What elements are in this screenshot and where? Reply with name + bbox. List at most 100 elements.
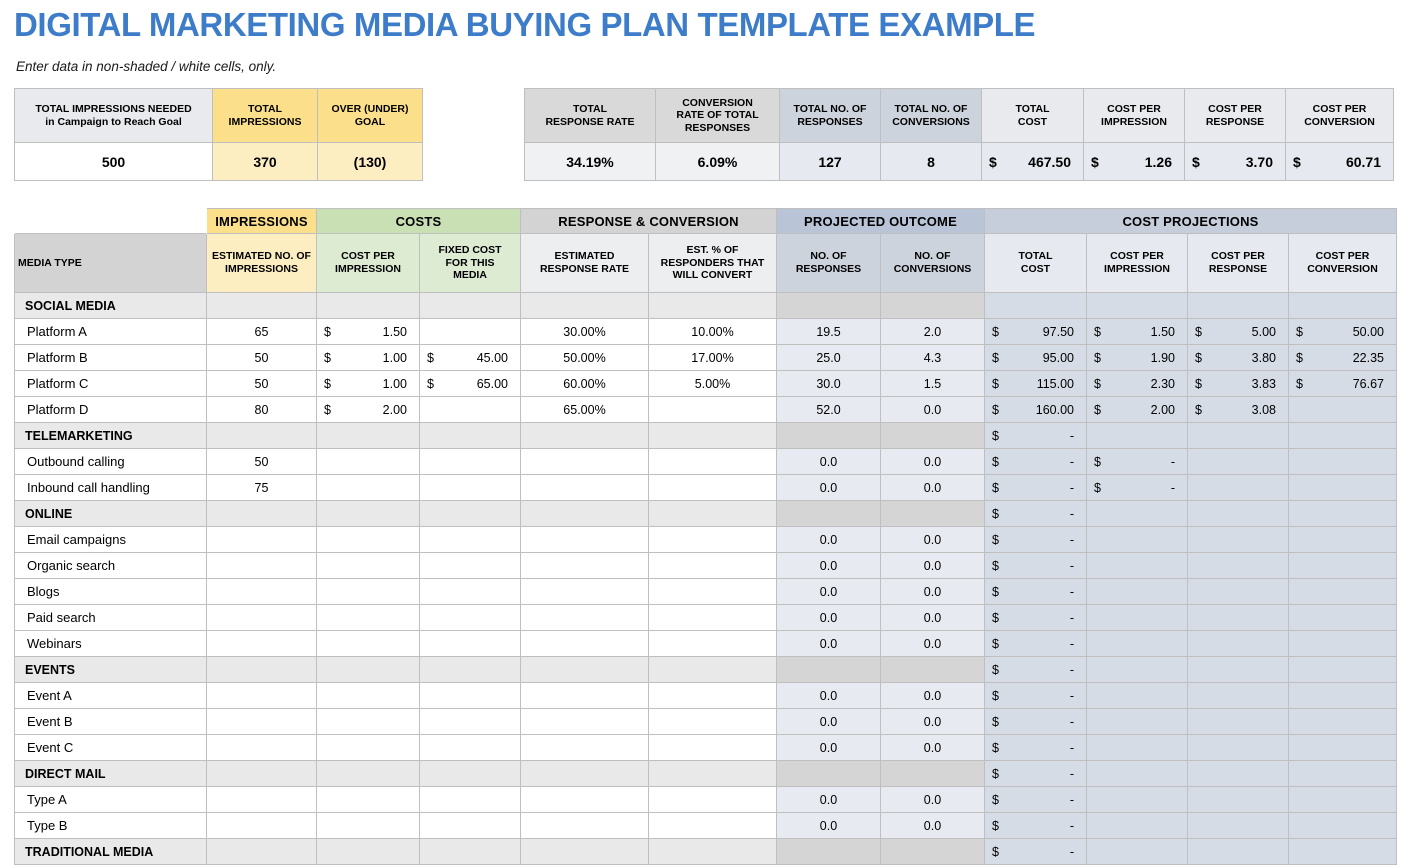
- cell-r12-c4[interactable]: [521, 605, 649, 631]
- media-type-label[interactable]: Email campaigns: [15, 527, 207, 553]
- cell-r16-c2[interactable]: [317, 709, 420, 735]
- media-type-label[interactable]: Platform C: [15, 371, 207, 397]
- media-type-label[interactable]: Organic search: [15, 553, 207, 579]
- cell-r7-c1[interactable]: 75: [207, 475, 317, 501]
- cell-r16-c5[interactable]: [649, 709, 777, 735]
- column-header-no-of-responses: NO. OFRESPONSES: [777, 234, 881, 293]
- cell-r2-c3[interactable]: $45.00: [420, 345, 521, 371]
- cell-r20-c2[interactable]: [317, 813, 420, 839]
- cell-r6-c4[interactable]: [521, 449, 649, 475]
- cell-r7-c5[interactable]: [649, 475, 777, 501]
- cell-r6-c1[interactable]: 50: [207, 449, 317, 475]
- media-type-label[interactable]: Platform A: [15, 319, 207, 345]
- cell-r4-c5[interactable]: [649, 397, 777, 423]
- cell-r15-c2[interactable]: [317, 683, 420, 709]
- cell-r15-c3[interactable]: [420, 683, 521, 709]
- summary-left-value-0[interactable]: 500: [15, 143, 213, 181]
- cell-r7-c2[interactable]: [317, 475, 420, 501]
- cell-r9-c5[interactable]: [649, 527, 777, 553]
- cell-r4-c4[interactable]: 65.00%: [521, 397, 649, 423]
- cell-r20-c1[interactable]: [207, 813, 317, 839]
- cell-r13-c2[interactable]: [317, 631, 420, 657]
- cell-r18-c4: [521, 761, 649, 787]
- cell-r13-c3[interactable]: [420, 631, 521, 657]
- cell-r20-c9: [1087, 813, 1188, 839]
- cell-r1-c2[interactable]: $1.50: [317, 319, 420, 345]
- cell-r3-c3[interactable]: $65.00: [420, 371, 521, 397]
- cell-r16-c4[interactable]: [521, 709, 649, 735]
- cell-r4-c2[interactable]: $2.00: [317, 397, 420, 423]
- cell-r3-c1[interactable]: 50: [207, 371, 317, 397]
- cell-r13-c1[interactable]: [207, 631, 317, 657]
- cell-r16-c1[interactable]: [207, 709, 317, 735]
- cell-r11-c3[interactable]: [420, 579, 521, 605]
- media-type-label[interactable]: Platform D: [15, 397, 207, 423]
- media-type-label[interactable]: Inbound call handling: [15, 475, 207, 501]
- cell-r2-c2[interactable]: $1.00: [317, 345, 420, 371]
- media-type-label[interactable]: Blogs: [15, 579, 207, 605]
- cell-r3-c5[interactable]: 5.00%: [649, 371, 777, 397]
- cell-r11-c2[interactable]: [317, 579, 420, 605]
- media-type-label[interactable]: Event C: [15, 735, 207, 761]
- cell-r10-c1[interactable]: [207, 553, 317, 579]
- cell-r12-c5[interactable]: [649, 605, 777, 631]
- cell-r3-c4[interactable]: 60.00%: [521, 371, 649, 397]
- cell-r11-c4[interactable]: [521, 579, 649, 605]
- cell-r2-c4[interactable]: 50.00%: [521, 345, 649, 371]
- cell-r12-c1[interactable]: [207, 605, 317, 631]
- cell-r15-c1[interactable]: [207, 683, 317, 709]
- cell-r19-c4[interactable]: [521, 787, 649, 813]
- cell-r1-c1[interactable]: 65: [207, 319, 317, 345]
- cell-r1-c5[interactable]: 10.00%: [649, 319, 777, 345]
- cell-r9-c4[interactable]: [521, 527, 649, 553]
- cell-r3-c2[interactable]: $1.00: [317, 371, 420, 397]
- media-type-label[interactable]: Type B: [15, 813, 207, 839]
- media-type-label[interactable]: Event A: [15, 683, 207, 709]
- cell-r4-c3[interactable]: [420, 397, 521, 423]
- media-type-label[interactable]: Type A: [15, 787, 207, 813]
- cell-r12-c3[interactable]: [420, 605, 521, 631]
- cell-r19-c5[interactable]: [649, 787, 777, 813]
- cell-r20-c3[interactable]: [420, 813, 521, 839]
- cell-r2-c5[interactable]: 17.00%: [649, 345, 777, 371]
- media-type-label[interactable]: Event B: [15, 709, 207, 735]
- cell-r9-c3[interactable]: [420, 527, 521, 553]
- cell-r13-c5[interactable]: [649, 631, 777, 657]
- cell-r9-c1[interactable]: [207, 527, 317, 553]
- cell-r1-c3[interactable]: [420, 319, 521, 345]
- cell-r11-c1[interactable]: [207, 579, 317, 605]
- cell-r17-c2[interactable]: [317, 735, 420, 761]
- cell-r20-c4[interactable]: [521, 813, 649, 839]
- media-type-label[interactable]: Platform B: [15, 345, 207, 371]
- cell-r19-c1[interactable]: [207, 787, 317, 813]
- cell-r12-c2[interactable]: [317, 605, 420, 631]
- cell-r17-c1[interactable]: [207, 735, 317, 761]
- cell-r9-c2[interactable]: [317, 527, 420, 553]
- cell-r6-c3[interactable]: [420, 449, 521, 475]
- media-type-label[interactable]: Outbound calling: [15, 449, 207, 475]
- cell-r13-c4[interactable]: [521, 631, 649, 657]
- cell-r15-c5[interactable]: [649, 683, 777, 709]
- cell-r17-c3[interactable]: [420, 735, 521, 761]
- cell-r17-c5[interactable]: [649, 735, 777, 761]
- cell-r16-c3[interactable]: [420, 709, 521, 735]
- cell-r4-c1[interactable]: 80: [207, 397, 317, 423]
- cell-r7-c3[interactable]: [420, 475, 521, 501]
- cell-r19-c3[interactable]: [420, 787, 521, 813]
- cell-r15-c4[interactable]: [521, 683, 649, 709]
- cell-r10-c2[interactable]: [317, 553, 420, 579]
- cell-r7-c4[interactable]: [521, 475, 649, 501]
- media-type-label[interactable]: Paid search: [15, 605, 207, 631]
- cell-r10-c3[interactable]: [420, 553, 521, 579]
- cell-r10-c5[interactable]: [649, 553, 777, 579]
- cell-r6-c5[interactable]: [649, 449, 777, 475]
- cell-r10-c4[interactable]: [521, 553, 649, 579]
- cell-r11-c5[interactable]: [649, 579, 777, 605]
- cell-r17-c4[interactable]: [521, 735, 649, 761]
- cell-r19-c2[interactable]: [317, 787, 420, 813]
- cell-r2-c1[interactable]: 50: [207, 345, 317, 371]
- cell-r20-c5[interactable]: [649, 813, 777, 839]
- cell-r1-c4[interactable]: 30.00%: [521, 319, 649, 345]
- media-type-label[interactable]: Webinars: [15, 631, 207, 657]
- cell-r6-c2[interactable]: [317, 449, 420, 475]
